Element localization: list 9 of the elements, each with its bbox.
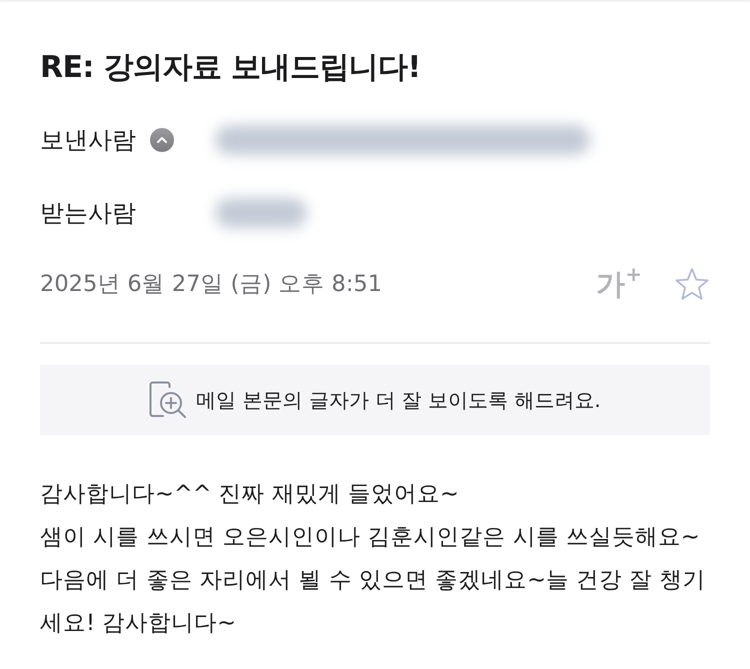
email-subject: RE: 강의자료 보내드립니다! <box>40 49 422 87</box>
email-body-text: 감사합니다~^^ 진짜 재밌게 들었어요~ 샘이 시를 쓰시면 오은시인이나 김훈시인같은 시를 쓰실듯해요~ 다음에 더 좋은 자리에서 뵐 수 있으면 좋겠네요~늘 건강 잘 챙기 세요! 감사합니다~ <box>40 480 706 638</box>
zoom-in-document-icon <box>149 381 188 419</box>
readability-banner[interactable]: 메일 본문의 글자가 더 잘 보이도록 해드려요. <box>40 365 710 435</box>
sent-date: 2025년 6월 27일 (금) 오후 8:51 <box>40 270 384 298</box>
sender-label: 보낸사람 <box>40 124 136 154</box>
caret-icon[interactable] <box>150 128 174 152</box>
star-icon[interactable] <box>674 266 710 302</box>
recipient-label: 받는사람 <box>40 198 136 228</box>
